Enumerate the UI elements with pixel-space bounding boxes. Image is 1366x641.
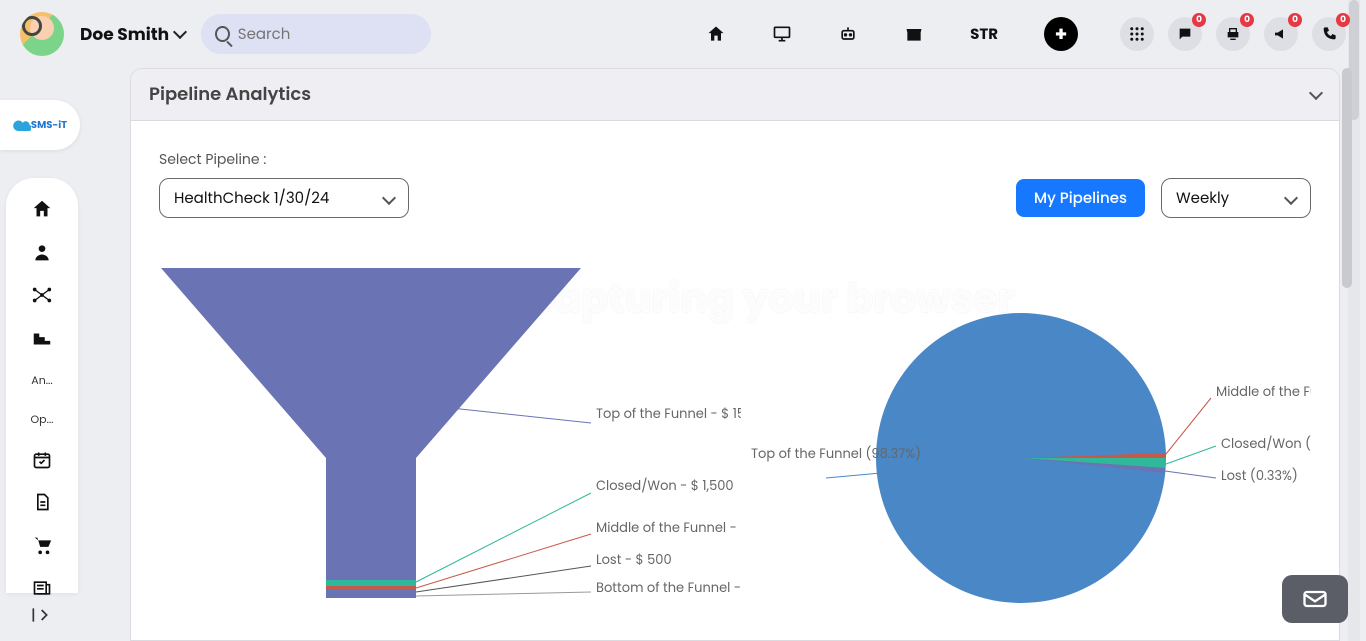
user-menu[interactable]: Doe Smith bbox=[80, 21, 185, 47]
sidebar-home-icon[interactable] bbox=[31, 198, 53, 220]
svg-text:Middle of the Funnel - $ 501: Middle of the Funnel - $ 501 bbox=[596, 518, 741, 537]
sidebar-item-opportunities[interactable]: Op... bbox=[30, 411, 53, 428]
store-icon[interactable] bbox=[904, 24, 924, 44]
top-actions: 0 0 0 0 bbox=[1120, 17, 1346, 51]
funnel-label: Bottom of the Funnel - $ 0 bbox=[596, 578, 741, 597]
sidebar-steps-icon[interactable] bbox=[31, 328, 53, 350]
sidebar-calendar-icon[interactable] bbox=[31, 450, 53, 470]
top-nav-icons: STR + bbox=[706, 17, 1078, 51]
mail-widget[interactable] bbox=[1282, 575, 1348, 623]
pie-label: Top of the Funnel (98.37%) bbox=[751, 444, 921, 463]
svg-text:Lost - $ 500: Lost - $ 500 bbox=[596, 550, 672, 569]
funnel-label: Lost - $ 500 bbox=[596, 550, 672, 569]
chevron-down-icon[interactable] bbox=[1309, 85, 1323, 99]
search-icon bbox=[215, 26, 230, 42]
apps-button[interactable] bbox=[1120, 17, 1154, 51]
add-button[interactable]: + bbox=[1044, 17, 1078, 51]
chat-button[interactable]: 0 bbox=[1168, 17, 1202, 51]
pipeline-select-label: Select Pipeline : bbox=[159, 149, 409, 170]
brand-logo[interactable]: SMS-iT bbox=[0, 100, 80, 150]
print-button[interactable]: 0 bbox=[1216, 17, 1250, 51]
pie-label: Lost (0.33%) bbox=[1221, 466, 1298, 485]
funnel-label: Middle of the Funnel - $ 501 bbox=[596, 518, 741, 537]
sidebar-cart-icon[interactable] bbox=[31, 534, 53, 556]
pie-label: Middle of the Funnel (0.33%) bbox=[1216, 382, 1311, 401]
chevron-down-icon bbox=[1284, 191, 1298, 205]
svg-text:Top of the Funnel - $ 151,000: Top of the Funnel - $ 151,000 bbox=[596, 404, 741, 423]
phone-badge: 0 bbox=[1336, 13, 1350, 27]
svg-text:Middle of the Funnel (0.33%): Middle of the Funnel (0.33%) bbox=[1216, 382, 1311, 401]
funnel-label: Top of the Funnel - $ 151,000 bbox=[596, 404, 741, 423]
monitor-icon[interactable] bbox=[772, 24, 792, 44]
card-title: Pipeline Analytics bbox=[149, 81, 311, 108]
cloud-icon bbox=[13, 119, 31, 131]
pie-label: Closed/Won (0.98%) bbox=[1221, 434, 1311, 453]
sidebar-network-icon[interactable] bbox=[31, 284, 53, 306]
avatar[interactable] bbox=[20, 12, 64, 56]
announce-badge: 0 bbox=[1288, 13, 1302, 27]
period-select[interactable]: Weekly bbox=[1161, 178, 1311, 218]
mail-icon bbox=[1301, 585, 1329, 613]
user-name-label: Doe Smith bbox=[80, 21, 169, 47]
sidebar-user-icon[interactable] bbox=[31, 242, 53, 262]
sidebar-news-icon[interactable] bbox=[31, 578, 53, 598]
str-link[interactable]: STR bbox=[970, 23, 998, 46]
content-scrollbar[interactable] bbox=[1342, 68, 1352, 631]
svg-text:Top of the Funnel (98.37%): Top of the Funnel (98.37%) bbox=[751, 444, 921, 463]
charts-area: Now capturing your browser Top of the Fu… bbox=[131, 258, 1339, 641]
pie-chart: Top of the Funnel (98.37%) Middle of the… bbox=[731, 278, 1311, 641]
funnel-chart: Top of the Funnel - $ 151,000 Closed/Won… bbox=[141, 258, 741, 641]
search-input[interactable] bbox=[238, 23, 417, 46]
sidebar: An... Op... bbox=[6, 178, 78, 593]
phone-button[interactable]: 0 bbox=[1312, 17, 1346, 51]
announce-button[interactable]: 0 bbox=[1264, 17, 1298, 51]
robot-icon[interactable] bbox=[838, 24, 858, 44]
top-bar: Doe Smith STR + 0 0 0 0 bbox=[0, 0, 1366, 68]
pipeline-selected-value: HealthCheck 1/30/24 bbox=[174, 187, 329, 210]
sidebar-item-analytics[interactable]: An... bbox=[31, 372, 52, 389]
svg-text:Closed/Won (0.98%): Closed/Won (0.98%) bbox=[1221, 434, 1311, 453]
chat-badge: 0 bbox=[1192, 13, 1206, 27]
home-icon[interactable] bbox=[706, 24, 726, 44]
my-pipelines-button[interactable]: My Pipelines bbox=[1016, 179, 1145, 217]
sidebar-document-icon[interactable] bbox=[31, 492, 53, 512]
sidebar-collapse-icon[interactable] bbox=[30, 605, 52, 627]
card-header: Pipeline Analytics bbox=[131, 69, 1339, 121]
period-selected-value: Weekly bbox=[1176, 187, 1229, 210]
analytics-card: Pipeline Analytics Select Pipeline : Hea… bbox=[130, 68, 1340, 641]
chevron-down-icon bbox=[382, 191, 396, 205]
brand-text: SMS-iT bbox=[31, 117, 67, 133]
pipeline-select[interactable]: HealthCheck 1/30/24 bbox=[159, 178, 409, 218]
search-box[interactable] bbox=[201, 14, 431, 54]
svg-text:Closed/Won - $ 1,500: Closed/Won - $ 1,500 bbox=[596, 476, 734, 495]
svg-text:Lost (0.33%): Lost (0.33%) bbox=[1221, 466, 1298, 485]
funnel-label: Closed/Won - $ 1,500 bbox=[596, 476, 734, 495]
filters-row: Select Pipeline : HealthCheck 1/30/24 My… bbox=[131, 121, 1339, 218]
print-badge: 0 bbox=[1240, 13, 1254, 27]
svg-text:Bottom of the Funnel - $ 0: Bottom of the Funnel - $ 0 bbox=[596, 578, 741, 597]
chevron-down-icon bbox=[173, 25, 187, 39]
